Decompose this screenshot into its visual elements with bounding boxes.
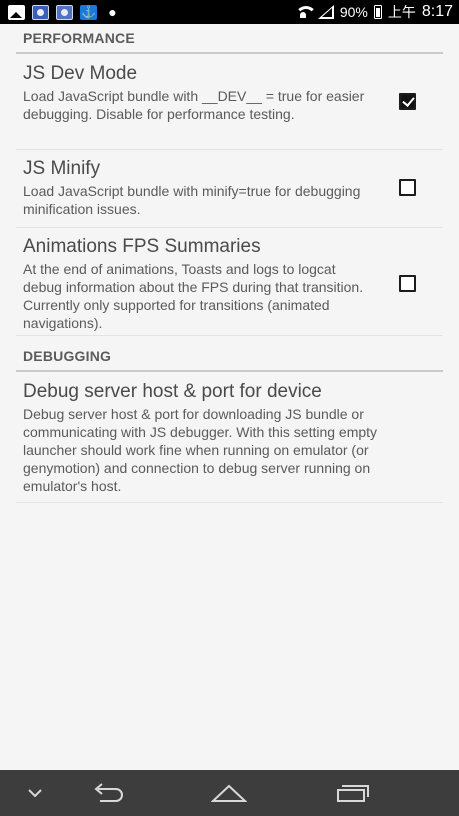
js-dev-mode-checkbox[interactable]: [399, 93, 416, 110]
battery-icon: [373, 5, 382, 19]
signal-icon: [317, 5, 334, 19]
status-bar-system: 90% 上午 8:17: [294, 2, 453, 22]
clock: 8:17: [421, 3, 453, 20]
pref-summary: Load JavaScript bundle with __DEV__ = tr…: [23, 88, 365, 122]
pref-summary: At the end of animations, Toasts and log…: [23, 261, 364, 331]
settings-list[interactable]: PERFORMANCE JS Dev Mode Load JavaScript …: [0, 24, 459, 770]
home-icon[interactable]: [209, 770, 249, 816]
app-icon: [56, 4, 73, 20]
anchor-icon: ⚓: [80, 4, 97, 20]
status-bar-notifications: ⚓ ●: [8, 4, 121, 20]
pref-title: Debug server host & port for device: [23, 381, 322, 402]
image-icon: [8, 4, 25, 20]
time-prefix: 上午: [387, 4, 416, 20]
android-icon: ●: [108, 4, 117, 20]
pref-title: Animations FPS Summaries: [23, 236, 261, 257]
battery-percent: 90%: [339, 4, 368, 20]
pref-title: JS Dev Mode: [23, 63, 138, 84]
pref-title: JS Minify: [23, 158, 101, 179]
pref-animations-fps-summaries[interactable]: Animations FPS Summaries At the end of a…: [16, 236, 443, 336]
app-icon: [32, 4, 49, 20]
pref-summary: Load JavaScript bundle with minify=true …: [23, 183, 361, 217]
section-header-debugging: DEBUGGING: [16, 348, 443, 372]
animations-fps-checkbox[interactable]: [399, 275, 416, 292]
status-bar: ⚓ ● 90% 上午 8:17: [0, 0, 459, 24]
pref-js-minify[interactable]: JS Minify Load JavaScript bundle with mi…: [16, 158, 443, 228]
pref-debug-server-host[interactable]: Debug server host & port for device Debu…: [16, 381, 443, 503]
js-minify-checkbox[interactable]: [399, 179, 416, 196]
back-icon[interactable]: [87, 770, 127, 816]
pref-js-dev-mode[interactable]: JS Dev Mode Load JavaScript bundle with …: [16, 63, 443, 150]
wifi-icon: [294, 5, 317, 19]
pref-summary: Debug server host & port for downloading…: [23, 406, 378, 494]
recents-icon[interactable]: [333, 770, 373, 816]
chevron-down-icon[interactable]: [18, 770, 52, 816]
section-header-performance: PERFORMANCE: [16, 30, 443, 54]
navigation-bar: [0, 770, 459, 816]
